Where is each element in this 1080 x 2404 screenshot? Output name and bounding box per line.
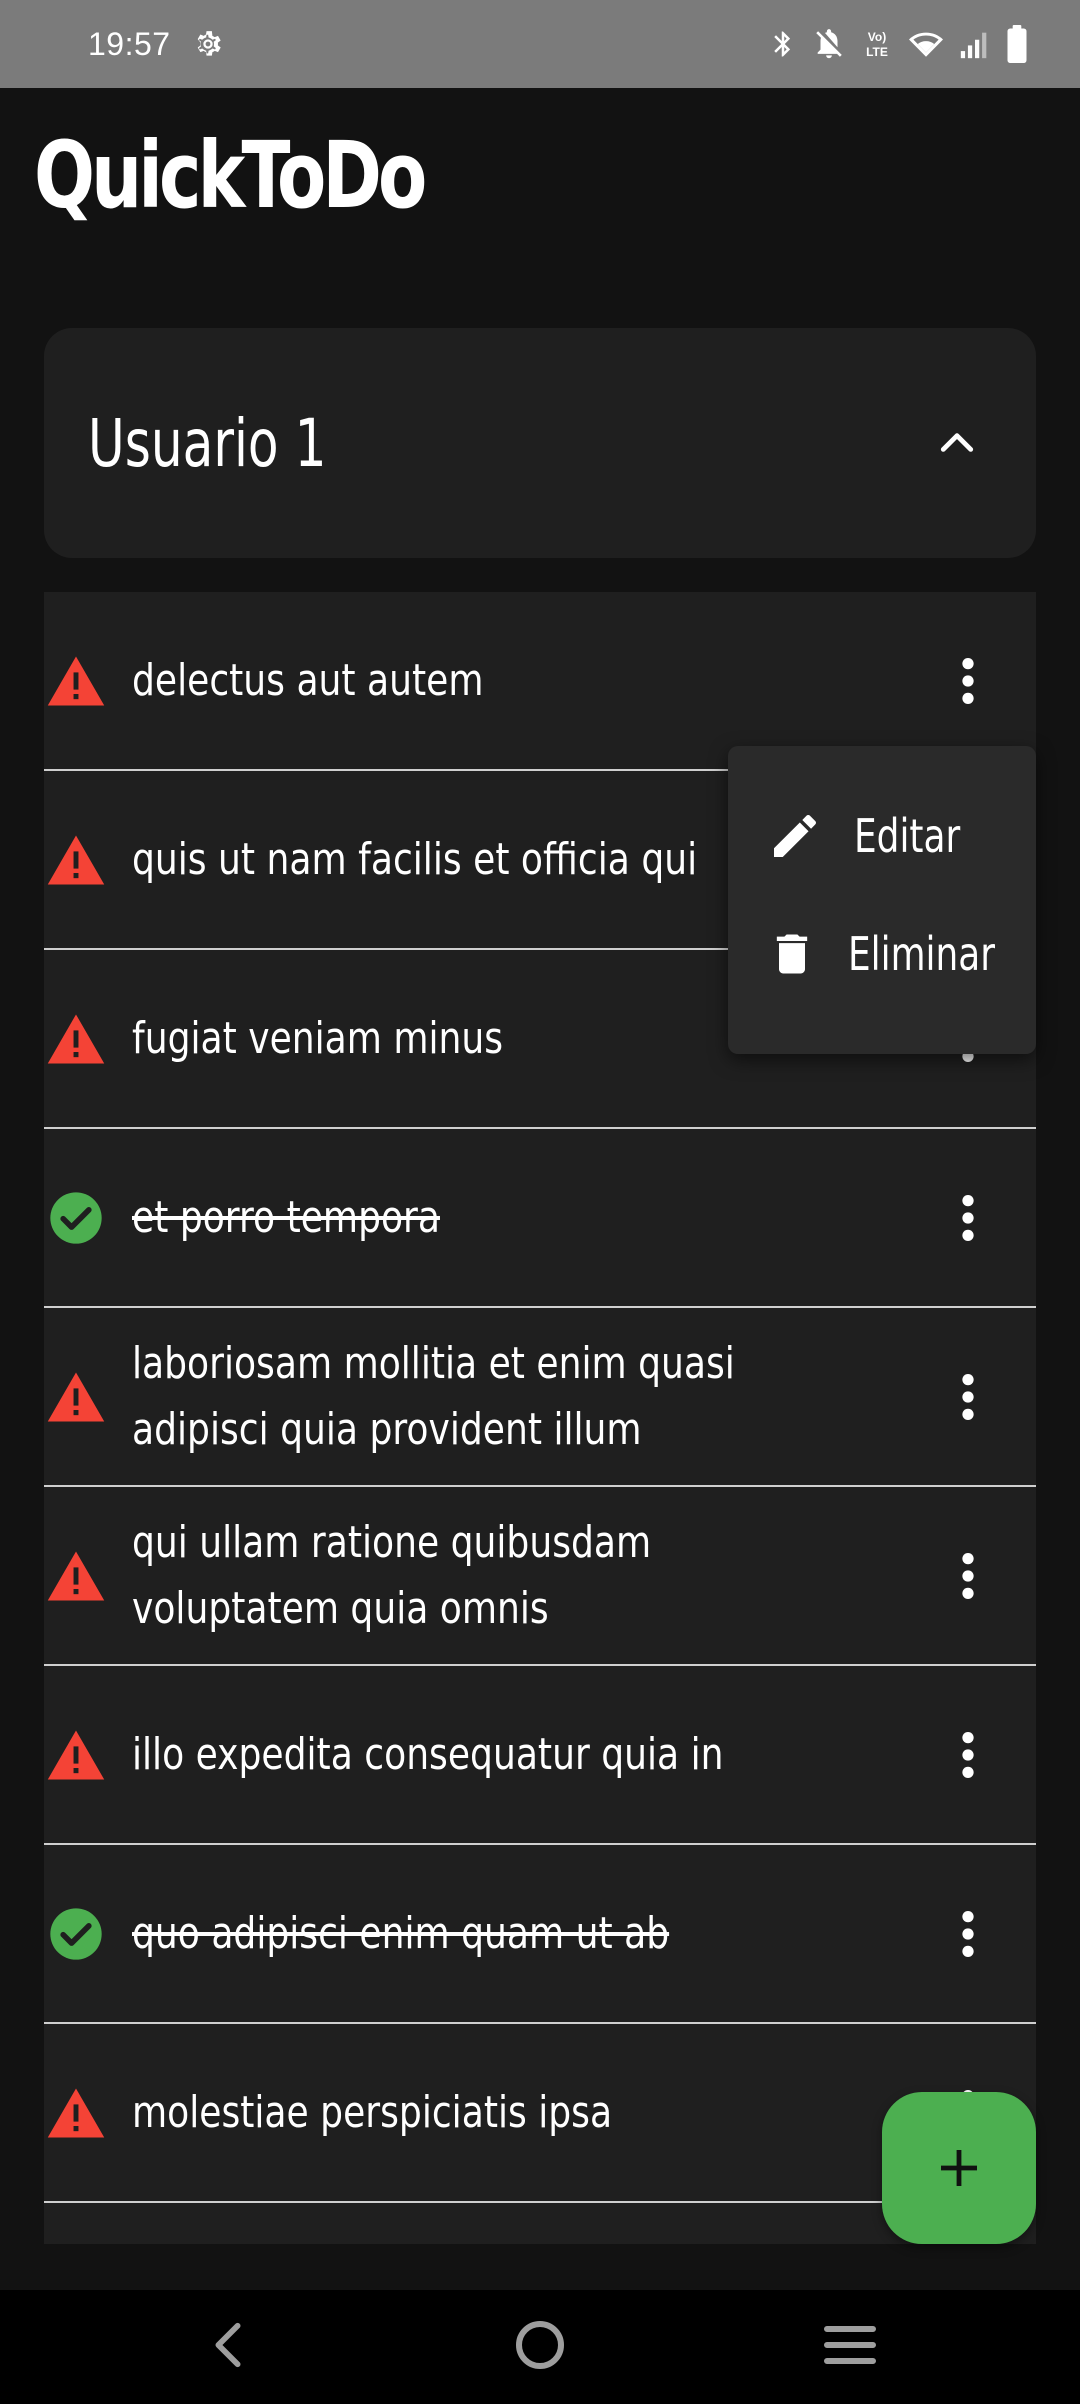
todo-text: quo adipisci enim quam ut ab bbox=[132, 1907, 670, 1959]
status-icons: Vo) LTE bbox=[768, 24, 1028, 64]
todo-text: molestiae perspiciatis ipsa bbox=[132, 2086, 613, 2138]
warning-icon bbox=[46, 1725, 106, 1785]
user-name: Usuario 1 bbox=[88, 404, 327, 482]
check-circle-icon bbox=[46, 1904, 106, 1964]
battery-icon bbox=[1006, 24, 1028, 64]
warning-icon bbox=[46, 1009, 106, 1069]
todo-row[interactable]: et porro tempora bbox=[44, 1129, 1036, 1308]
todo-row[interactable]: quo adipisci enim quam ut ab bbox=[44, 1845, 1036, 2024]
warning-icon bbox=[46, 1367, 106, 1427]
more-vert-icon[interactable] bbox=[938, 641, 998, 721]
svg-text:Vo): Vo) bbox=[868, 30, 886, 44]
more-vert-icon[interactable] bbox=[938, 1536, 998, 1616]
warning-icon bbox=[46, 830, 106, 890]
todo-row[interactable]: illo expedita consequatur quia in bbox=[44, 1666, 1036, 1845]
more-vert-icon[interactable] bbox=[938, 1894, 998, 1974]
todo-row[interactable]: delectus aut autem bbox=[44, 592, 1036, 771]
menu-item-delete[interactable]: Eliminar bbox=[728, 888, 1036, 1020]
user-section-header[interactable]: Usuario 1 bbox=[44, 328, 1036, 558]
todo-row[interactable]: laboriosam mollitia et enim quasi adipis… bbox=[44, 1308, 1036, 1487]
chevron-up-icon[interactable] bbox=[922, 408, 992, 478]
more-vert-icon[interactable] bbox=[938, 1715, 998, 1795]
status-bar: 19:57 Vo) LTE bbox=[0, 0, 1080, 88]
plus-icon bbox=[935, 2144, 983, 2192]
volte-icon: Vo) LTE bbox=[860, 24, 894, 64]
todo-text: quis ut nam facilis et officia qui bbox=[132, 833, 698, 885]
todo-row[interactable]: qui ullam ratione quibusdam voluptatem q… bbox=[44, 1487, 1036, 1666]
signal-icon bbox=[958, 24, 992, 64]
todo-text: qui ullam ratione quibusdam voluptatem q… bbox=[132, 1516, 652, 1634]
context-menu: Editar Eliminar bbox=[728, 746, 1036, 1054]
todo-text: et porro tempora bbox=[132, 1191, 440, 1243]
recents-menu-icon[interactable] bbox=[810, 2310, 890, 2380]
menu-item-edit[interactable]: Editar bbox=[728, 770, 1036, 902]
warning-icon bbox=[46, 651, 106, 711]
navigation-bar bbox=[0, 2290, 1080, 2404]
more-vert-icon[interactable] bbox=[938, 1178, 998, 1258]
todo-text: delectus aut autem bbox=[132, 654, 484, 706]
more-vert-icon[interactable] bbox=[938, 1357, 998, 1437]
add-todo-button[interactable] bbox=[882, 2092, 1036, 2244]
menu-item-edit-label: Editar bbox=[854, 809, 961, 863]
home-icon[interactable] bbox=[500, 2310, 580, 2380]
menu-item-delete-label: Eliminar bbox=[848, 927, 996, 981]
check-circle-icon bbox=[46, 1188, 106, 1248]
status-time: 19:57 bbox=[88, 25, 171, 62]
back-icon[interactable] bbox=[188, 2310, 268, 2380]
trash-icon bbox=[766, 925, 818, 983]
warning-icon bbox=[46, 1546, 106, 1606]
todo-text: illo expedita consequatur quia in bbox=[132, 1728, 724, 1780]
app-title: QuickToDo bbox=[34, 122, 427, 229]
todo-text: fugiat veniam minus bbox=[132, 1012, 504, 1064]
notifications-off-icon bbox=[812, 24, 846, 64]
wifi-icon bbox=[908, 24, 944, 64]
bluetooth-icon bbox=[768, 24, 798, 64]
todo-text: laboriosam mollitia et enim quasi adipis… bbox=[132, 1337, 735, 1455]
settings-icon bbox=[189, 25, 227, 63]
svg-text:LTE: LTE bbox=[866, 45, 888, 59]
pencil-icon bbox=[766, 807, 824, 865]
warning-icon bbox=[46, 2083, 106, 2143]
